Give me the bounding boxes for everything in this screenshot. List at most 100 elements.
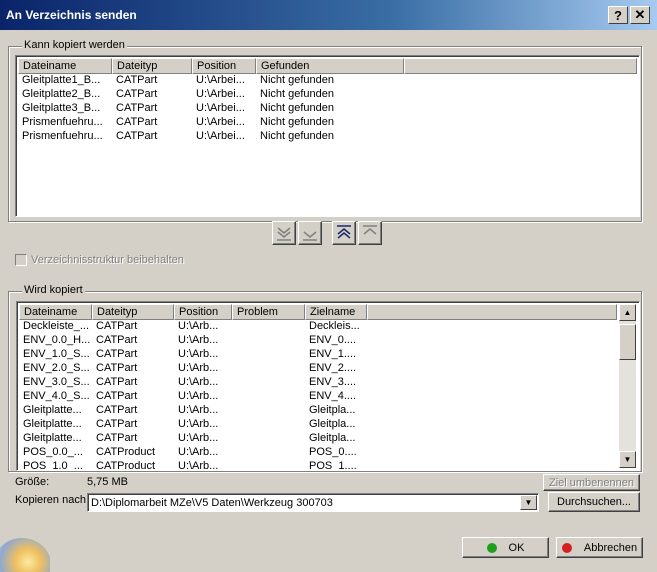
table-cell: ENV_4....: [309, 390, 357, 402]
table-row[interactable]: Gleitplatte... CATPart U:\Arb... Gleitpla..…: [19, 432, 617, 446]
help-icon: ?: [614, 7, 622, 23]
table-cell: CATPart: [96, 320, 138, 332]
table-cell: U:\Arbei...: [196, 88, 245, 100]
close-button[interactable]: ✕: [630, 6, 650, 24]
column-header-dateiname[interactable]: Dateiname: [19, 304, 92, 320]
move-all-down-button[interactable]: [272, 221, 296, 245]
move-all-up-icon: [337, 225, 351, 239]
table-cell: CATPart: [96, 404, 138, 416]
table-cell: U:\Arb...: [178, 320, 219, 332]
table-row[interactable]: Gleitplatte... CATPart U:\Arb... Gleitpla..…: [19, 404, 617, 418]
table-cell: Nicht gefunden: [260, 74, 334, 86]
table-cell: CATPart: [116, 102, 158, 114]
table-row[interactable]: Gleitplatte3_B... CATPart U:\Arbei... Nicht…: [18, 102, 616, 116]
table-cell: Gleitplatte2_B...: [22, 88, 101, 100]
browse-button[interactable]: Durchsuchen...: [548, 492, 640, 512]
size-value: 5,75 MB: [87, 476, 128, 488]
column-header-dateityp[interactable]: Dateityp: [92, 304, 174, 320]
column-header-dateiname[interactable]: Dateiname: [18, 58, 112, 74]
table-row[interactable]: POS_1.0_... CATProduct U:\Arb... POS_1....: [19, 460, 617, 471]
table-cell: U:\Arb...: [178, 446, 219, 458]
table-cell: Nicht gefunden: [260, 102, 334, 114]
scroll-down-button[interactable]: ▼: [619, 451, 636, 468]
table-cell: U:\Arb...: [178, 334, 219, 346]
ok-button[interactable]: OK: [462, 537, 549, 558]
arrow-down-icon: ▼: [623, 455, 632, 464]
copied-legend: Wird kopiert: [22, 284, 85, 296]
column-header-zielname[interactable]: Zielname: [305, 304, 367, 320]
cancel-button[interactable]: Abbrechen: [556, 537, 643, 558]
table-row[interactable]: ENV_0.0_H... CATPart U:\Arb... ENV_0....: [19, 334, 617, 348]
table-cell: Gleitpla...: [309, 432, 356, 444]
table-cell: Gleitplatte...: [23, 404, 82, 416]
table-cell: Gleitpla...: [309, 418, 356, 430]
table-cell: Nicht gefunden: [260, 130, 334, 142]
table-cell: ENV_1.0_S...: [23, 348, 90, 360]
move-all-up-button[interactable]: [332, 221, 356, 245]
copyable-legend: Kann kopiert werden: [22, 39, 127, 51]
help-button[interactable]: ?: [608, 6, 628, 24]
chevron-down-icon: ▼: [524, 498, 533, 507]
scroll-thumb[interactable]: [619, 324, 636, 360]
table-cell: U:\Arbei...: [196, 130, 245, 142]
move-up-button[interactable]: [358, 221, 382, 245]
copy-to-combo[interactable]: D:\Diplomarbeit MZe\V5 Daten\Werkzeug 30…: [87, 493, 539, 512]
table-cell: U:\Arbei...: [196, 74, 245, 86]
column-header-empty: [367, 304, 617, 320]
table-cell: CATProduct: [96, 446, 156, 458]
table-row[interactable]: Prismenfuehru... CATPart U:\Arbei... Nicht …: [18, 116, 616, 130]
table-cell: U:\Arb...: [178, 362, 219, 374]
window-title: An Verzeichnis senden: [6, 8, 137, 22]
table-cell: POS_1.0_...: [23, 460, 83, 471]
table-row[interactable]: ENV_4.0_S... CATPart U:\Arb... ENV_4....: [19, 390, 617, 404]
table-cell: Deckleiste_...: [23, 320, 90, 332]
table-row[interactable]: Gleitplatte2_B... CATPart U:\Arbei... Nicht…: [18, 88, 616, 102]
table-cell: ENV_0....: [309, 334, 357, 346]
table-cell: CATPart: [96, 334, 138, 346]
table-row[interactable]: ENV_3.0_S... CATPart U:\Arb... ENV_3....: [19, 376, 617, 390]
combo-dropdown-button[interactable]: ▼: [520, 495, 537, 510]
keep-structure-label: Verzeichnisstruktur beibehalten: [31, 254, 184, 266]
close-icon: ✕: [634, 7, 646, 22]
table-cell: Prismenfuehru...: [22, 116, 103, 128]
table-cell: ENV_0.0_H...: [23, 334, 91, 346]
table-cell: Deckleis...: [309, 320, 360, 332]
column-header-problem[interactable]: Problem: [232, 304, 305, 320]
table-row[interactable]: Deckleiste_... CATPart U:\Arb... Deckleis..…: [19, 320, 617, 334]
table-cell: ENV_3....: [309, 376, 357, 388]
table-cell: CATPart: [116, 130, 158, 142]
red-light-icon: [561, 542, 572, 553]
table-row[interactable]: Gleitplatte1_B... CATPart U:\Arbei... Nicht…: [18, 74, 616, 88]
cancel-label: Abbrechen: [583, 541, 638, 554]
scroll-up-button[interactable]: ▲: [619, 304, 636, 321]
column-header-gefunden[interactable]: Gefunden: [256, 58, 404, 74]
table-row[interactable]: Gleitplatte... CATPart U:\Arb... Gleitpla..…: [19, 418, 617, 432]
table-cell: U:\Arb...: [178, 432, 219, 444]
table-cell: POS_0.0_...: [23, 446, 83, 458]
rename-target-button[interactable]: Ziel umbenennen: [543, 474, 640, 491]
table-cell: CATPart: [96, 390, 138, 402]
table-row[interactable]: ENV_1.0_S... CATPart U:\Arb... ENV_1....: [19, 348, 617, 362]
move-down-button[interactable]: [298, 221, 322, 245]
column-header-dateityp[interactable]: Dateityp: [112, 58, 192, 74]
table-cell: Nicht gefunden: [260, 116, 334, 128]
copied-list[interactable]: Dateiname Dateityp Position Problem Ziel…: [16, 301, 640, 471]
column-header-position[interactable]: Position: [192, 58, 256, 74]
green-light-icon: [486, 542, 497, 553]
column-header-empty: [404, 58, 637, 74]
table-row[interactable]: POS_0.0_... CATProduct U:\Arb... POS_0....: [19, 446, 617, 460]
keep-structure-checkbox[interactable]: [15, 254, 27, 266]
move-up-icon: [363, 225, 377, 235]
table-cell: Gleitplatte1_B...: [22, 74, 101, 86]
vertical-scrollbar[interactable]: ▲ ▼: [619, 304, 636, 468]
copyable-list[interactable]: Dateiname Dateityp Position Gefunden Gle…: [15, 55, 640, 217]
column-header-position[interactable]: Position: [174, 304, 232, 320]
table-cell: CATPart: [96, 362, 138, 374]
table-row[interactable]: ENV_2.0_S... CATPart U:\Arb... ENV_2....: [19, 362, 617, 376]
table-cell: CATPart: [96, 432, 138, 444]
table-cell: CATProduct: [96, 460, 156, 471]
table-cell: ENV_3.0_S...: [23, 376, 90, 388]
logo-decoration: [0, 532, 50, 572]
table-row[interactable]: Prismenfuehru... CATPart U:\Arbei... Nicht …: [18, 130, 616, 144]
table-cell: U:\Arb...: [178, 390, 219, 402]
